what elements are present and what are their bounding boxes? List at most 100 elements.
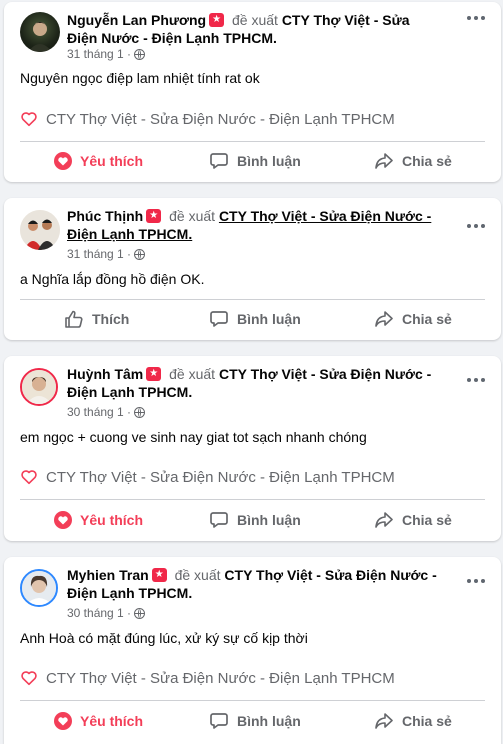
heart-icon (54, 152, 72, 170)
recommendation-tag[interactable]: CTY Thợ Việt - Sửa Điện Nước - Điện Lạnh… (20, 110, 395, 130)
post-date[interactable]: 30 tháng 1 · (67, 404, 146, 420)
globe-icon (134, 249, 146, 260)
globe-icon (134, 608, 146, 619)
reviewer-name[interactable]: Phúc Thịnh (67, 208, 143, 224)
comment-button[interactable]: Bình luận (209, 704, 301, 738)
share-button[interactable]: Chia sẻ (374, 503, 452, 537)
comment-icon (210, 713, 228, 729)
more-options-icon[interactable] (467, 579, 487, 585)
avatar-image (22, 370, 56, 404)
share-button[interactable]: Chia sẻ (374, 144, 452, 178)
share-icon (375, 512, 393, 528)
action-bar: Yêu thích Bình luận Chia sẻ (4, 704, 501, 738)
comment-icon (210, 311, 228, 327)
review-card: Huỳnh Tâm đề xuất CTY Thợ Việt - Sửa Điệ… (4, 356, 501, 541)
avatar-image (28, 22, 52, 52)
comment-label: Bình luận (237, 713, 301, 729)
recommend-verb: đề xuất (231, 12, 278, 28)
recommend-badge-icon (146, 367, 162, 381)
love-button[interactable]: Yêu thích (54, 704, 143, 738)
like-label: Thích (92, 311, 130, 327)
comment-button[interactable]: Bình luận (209, 503, 301, 537)
action-bar: Yêu thích Bình luận Chia sẻ (4, 503, 501, 537)
recommendation-label: CTY Thợ Việt - Sửa Điện Nước - Điện Lạnh… (46, 469, 395, 486)
love-button[interactable]: Yêu thích (54, 503, 143, 537)
review-text: Nguyên ngọc điệp lam nhiệt tính rat ok (20, 70, 260, 86)
review-card: Myhien Tran đề xuất CTY Thợ Việt - Sửa Đ… (4, 557, 501, 744)
review-card: Nguyễn Lan Phương đề xuất CTY Thợ Việt -… (4, 2, 501, 182)
share-label: Chia sẻ (402, 713, 452, 729)
review-header: Phúc Thịnh đề xuất CTY Thợ Việt - Sửa Đi… (67, 207, 437, 243)
action-bar: Yêu thích Bình luận Chia sẻ (4, 144, 501, 178)
divider (20, 299, 485, 300)
share-icon (375, 311, 393, 327)
love-label: Yêu thích (80, 153, 144, 169)
date-text[interactable]: 30 tháng 1 · (67, 405, 131, 419)
reviewer-name[interactable]: Myhien Tran (67, 567, 149, 583)
date-text[interactable]: 31 tháng 1 · (67, 47, 131, 61)
love-label: Yêu thích (80, 713, 144, 729)
post-date[interactable]: 30 tháng 1 · (67, 605, 146, 621)
divider (20, 700, 485, 701)
recommendation-label: CTY Thợ Việt - Sửa Điện Nước - Điện Lạnh… (46, 111, 395, 128)
comment-label: Bình luận (237, 153, 301, 169)
love-label: Yêu thích (80, 512, 144, 528)
reviewer-name[interactable]: Nguyễn Lan Phương (67, 12, 206, 28)
like-thumb-icon (65, 310, 83, 328)
review-header: Nguyễn Lan Phương đề xuất CTY Thợ Việt -… (67, 11, 437, 47)
divider (20, 141, 485, 142)
recommend-badge-icon (146, 209, 162, 223)
more-options-icon[interactable] (467, 378, 487, 384)
heart-outline-icon (21, 470, 37, 485)
recommend-badge-icon (209, 13, 225, 27)
recommendation-tag[interactable]: CTY Thợ Việt - Sửa Điện Nước - Điện Lạnh… (20, 669, 395, 689)
comment-button[interactable]: Bình luận (209, 302, 301, 336)
comment-button[interactable]: Bình luận (209, 144, 301, 178)
share-button[interactable]: Chia sẻ (374, 704, 452, 738)
share-icon (375, 153, 393, 169)
share-label: Chia sẻ (402, 153, 452, 169)
recommendation-tag[interactable]: CTY Thợ Việt - Sửa Điện Nước - Điện Lạnh… (20, 468, 395, 488)
avatar-image (22, 571, 56, 605)
avatar[interactable] (20, 569, 58, 607)
action-bar: Thích Bình luận Chia sẻ (4, 302, 501, 336)
avatar[interactable] (20, 12, 60, 52)
date-text[interactable]: 31 tháng 1 · (67, 247, 131, 261)
recommendation-label: CTY Thợ Việt - Sửa Điện Nước - Điện Lạnh… (46, 670, 395, 687)
review-text: a Nghĩa lắp đồng hồ điện OK. (20, 271, 205, 287)
review-card: Phúc Thịnh đề xuất CTY Thợ Việt - Sửa Đi… (4, 198, 501, 340)
heart-outline-icon (21, 112, 37, 127)
comment-icon (210, 153, 228, 169)
share-label: Chia sẻ (402, 311, 452, 327)
comment-label: Bình luận (237, 512, 301, 528)
recommend-verb: đề xuất (169, 208, 216, 224)
comment-label: Bình luận (237, 311, 301, 327)
share-label: Chia sẻ (402, 512, 452, 528)
heart-icon (54, 511, 72, 529)
review-header: Huỳnh Tâm đề xuất CTY Thợ Việt - Sửa Điệ… (67, 365, 437, 401)
post-date[interactable]: 31 tháng 1 · (67, 246, 146, 262)
recommend-verb: đề xuất (169, 366, 216, 382)
avatar-image (20, 210, 60, 250)
more-options-icon[interactable] (467, 16, 487, 22)
comment-icon (210, 512, 228, 528)
like-button[interactable]: Thích (64, 302, 129, 336)
divider (20, 499, 485, 500)
review-text: em ngọc + cuong ve sinh nay giat tot sạc… (20, 429, 367, 445)
avatar[interactable] (20, 210, 60, 250)
more-options-icon[interactable] (467, 224, 487, 230)
share-icon (375, 713, 393, 729)
review-text: Anh Hoà có mặt đúng lúc, xử ký sự cố kịp… (20, 630, 308, 646)
recommend-badge-icon (151, 568, 167, 582)
post-date[interactable]: 31 tháng 1 · (67, 46, 146, 62)
globe-icon (134, 49, 146, 60)
share-button[interactable]: Chia sẻ (374, 302, 452, 336)
avatar[interactable] (20, 368, 58, 406)
date-text[interactable]: 30 tháng 1 · (67, 606, 131, 620)
review-header: Myhien Tran đề xuất CTY Thợ Việt - Sửa Đ… (67, 566, 437, 602)
recommend-verb: đề xuất (174, 567, 221, 583)
love-button[interactable]: Yêu thích (54, 144, 143, 178)
heart-icon (54, 712, 72, 730)
heart-outline-icon (21, 671, 37, 686)
reviewer-name[interactable]: Huỳnh Tâm (67, 366, 143, 382)
